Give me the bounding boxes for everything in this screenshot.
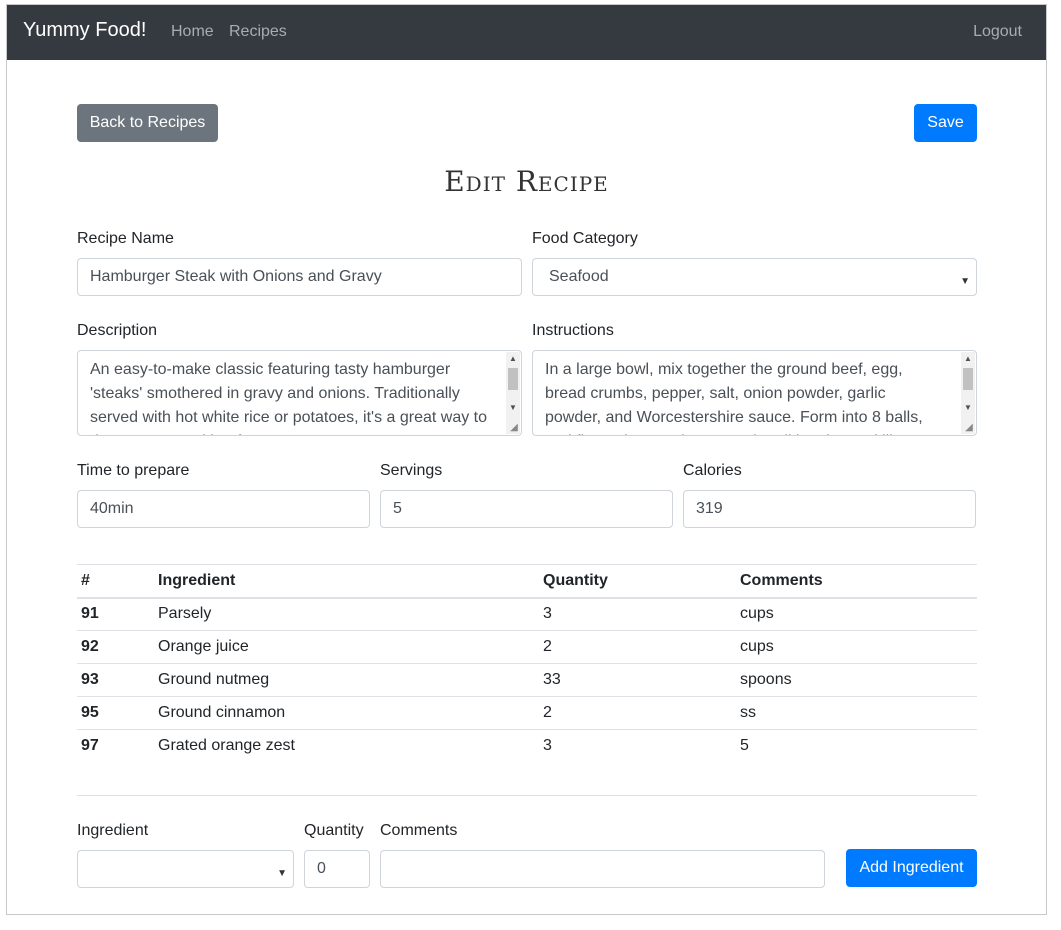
row-id: 92 xyxy=(77,630,154,664)
instructions-text: In a large bowl, mix together the ground… xyxy=(545,361,942,435)
brand-link[interactable]: Yummy Food! xyxy=(23,19,146,42)
page-title: Edit Recipe xyxy=(444,165,609,198)
resize-grip-icon[interactable]: ◢ xyxy=(508,422,520,434)
description-textarea[interactable]: An easy-to-make classic featuring tasty … xyxy=(77,350,522,436)
row-ingredient: Parsely xyxy=(154,597,539,631)
servings-label: Servings xyxy=(380,462,443,479)
row-quantity: 3 xyxy=(539,597,736,631)
row-id: 93 xyxy=(77,663,154,697)
add-ingredient-button[interactable]: Add Ingredient xyxy=(846,849,977,887)
logout-link[interactable]: Logout xyxy=(973,23,1022,41)
row-quantity: 2 xyxy=(539,630,736,664)
food-category-select[interactable]: Seafood ▼ xyxy=(532,258,977,296)
table-row[interactable]: 91 Parsely 3 cups xyxy=(77,597,977,631)
time-label: Time to prepare xyxy=(77,462,190,479)
save-button[interactable]: Save xyxy=(914,104,977,142)
ingredients-table: # Ingredient Quantity Comments 91 Parsel… xyxy=(77,564,977,763)
row-ingredient: Grated orange zest xyxy=(154,729,539,763)
recipe-name-input[interactable]: Hamburger Steak with Onions and Gravy xyxy=(77,258,522,296)
chevron-down-icon: ▼ xyxy=(277,868,287,879)
row-id: 97 xyxy=(77,729,154,763)
add-quantity-label: Quantity xyxy=(304,822,364,839)
food-category-value: Seafood xyxy=(549,268,609,285)
chevron-down-icon: ▼ xyxy=(960,276,970,287)
instructions-label: Instructions xyxy=(532,322,614,339)
table-row[interactable]: 97 Grated orange zest 3 5 xyxy=(77,729,977,763)
time-input[interactable]: 40min xyxy=(77,490,370,528)
nav-home-link[interactable]: Home xyxy=(171,23,214,41)
description-label: Description xyxy=(77,322,158,339)
calories-label: Calories xyxy=(683,462,742,479)
table-row[interactable]: 92 Orange juice 2 cups xyxy=(77,630,977,664)
add-ingredient-label: Ingredient xyxy=(77,822,149,839)
description-text: An easy-to-make classic featuring tasty … xyxy=(90,361,488,435)
column-header-quantity: Quantity xyxy=(539,564,736,599)
row-ingredient: Orange juice xyxy=(154,630,539,664)
scroll-thumb[interactable] xyxy=(508,368,518,390)
row-quantity: 2 xyxy=(539,696,736,730)
row-id: 91 xyxy=(77,597,154,631)
nav-recipes-link[interactable]: Recipes xyxy=(229,23,287,41)
navbar: Yummy Food! Home Recipes Logout xyxy=(7,5,1046,60)
scroll-down-icon[interactable]: ▼ xyxy=(961,402,975,414)
add-ingredient-select[interactable]: ▼ xyxy=(77,850,294,888)
row-comments: 5 xyxy=(736,729,977,763)
row-comments: cups xyxy=(736,630,977,664)
row-comments: ss xyxy=(736,696,977,730)
scroll-thumb[interactable] xyxy=(963,368,973,390)
table-row[interactable]: 93 Ground nutmeg 33 spoons xyxy=(77,663,977,697)
row-id: 95 xyxy=(77,696,154,730)
row-comments: cups xyxy=(736,597,977,631)
row-quantity: 33 xyxy=(539,663,736,697)
row-ingredient: Ground cinnamon xyxy=(154,696,539,730)
calories-input[interactable]: 319 xyxy=(683,490,976,528)
back-to-recipes-button[interactable]: Back to Recipes xyxy=(77,104,218,142)
row-ingredient: Ground nutmeg xyxy=(154,663,539,697)
resize-grip-icon[interactable]: ◢ xyxy=(963,422,975,434)
servings-input[interactable]: 5 xyxy=(380,490,673,528)
column-header-ingredient: Ingredient xyxy=(154,564,539,599)
recipe-name-label: Recipe Name xyxy=(77,230,174,247)
scroll-up-icon[interactable]: ▲ xyxy=(961,353,975,365)
instructions-textarea[interactable]: In a large bowl, mix together the ground… xyxy=(532,350,977,436)
row-quantity: 3 xyxy=(539,729,736,763)
add-quantity-input[interactable]: 0 xyxy=(304,850,370,888)
scroll-up-icon[interactable]: ▲ xyxy=(506,353,520,365)
table-header-row: # Ingredient Quantity Comments xyxy=(77,564,977,599)
scroll-down-icon[interactable]: ▼ xyxy=(506,402,520,414)
column-header-comments: Comments xyxy=(736,564,977,599)
row-comments: spoons xyxy=(736,663,977,697)
section-divider xyxy=(77,795,977,796)
food-category-label: Food Category xyxy=(532,230,638,247)
table-row[interactable]: 95 Ground cinnamon 2 ss xyxy=(77,696,977,730)
column-header-id: # xyxy=(77,564,154,599)
add-comments-input[interactable] xyxy=(380,850,825,888)
add-comments-label: Comments xyxy=(380,822,458,839)
app-frame: Yummy Food! Home Recipes Logout Back to … xyxy=(6,4,1047,915)
